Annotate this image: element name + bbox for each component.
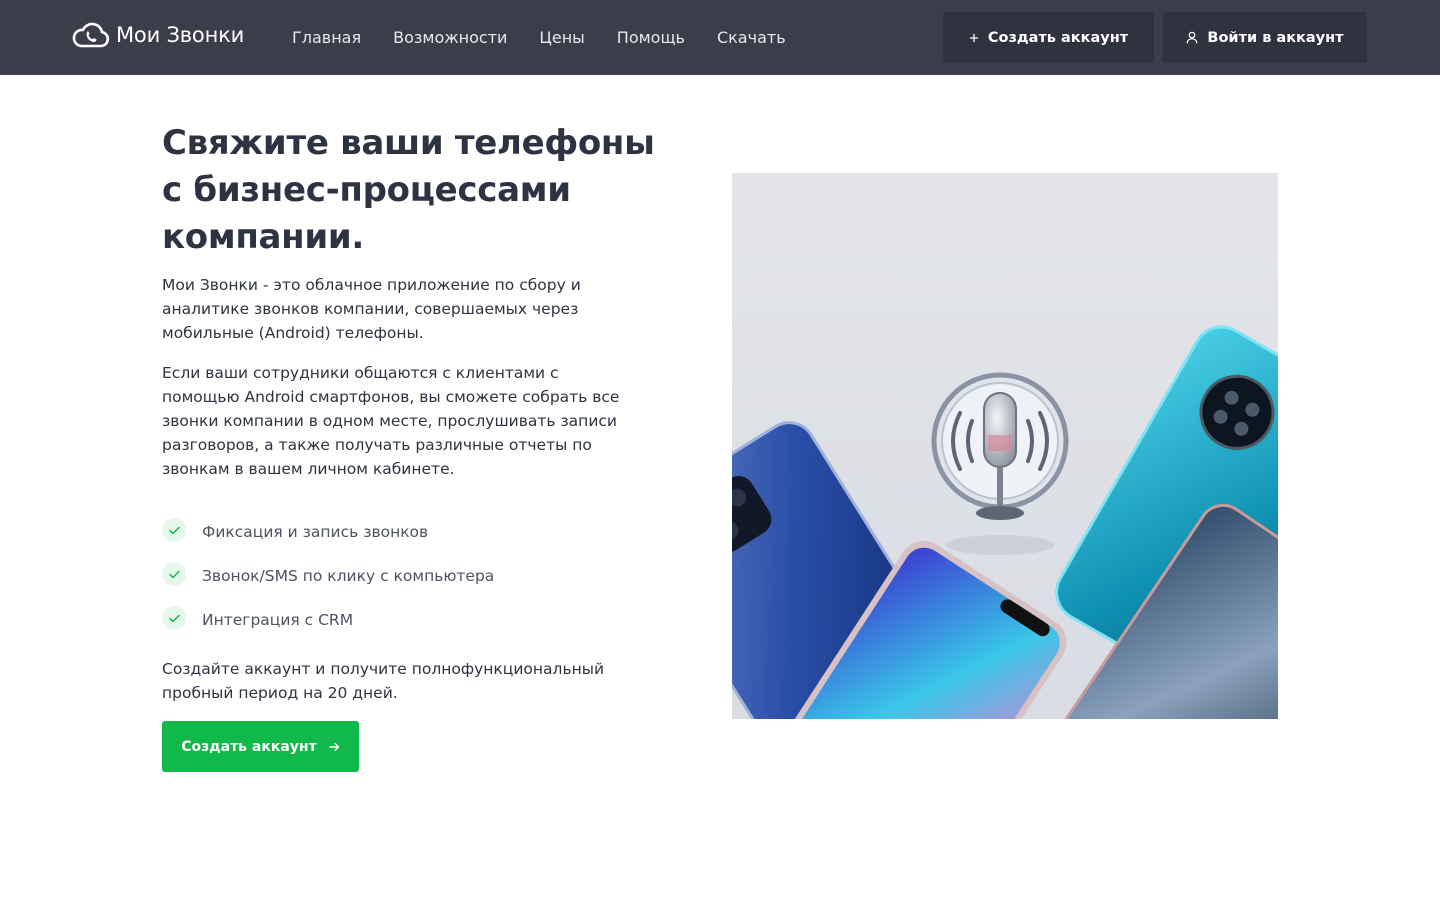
plus-icon bbox=[969, 33, 979, 43]
check-icon bbox=[162, 562, 186, 586]
feature-item: Звонок/SMS по клику с компьютера bbox=[162, 554, 494, 598]
nav-item-help[interactable]: Помощь bbox=[601, 28, 701, 47]
check-icon bbox=[162, 518, 186, 542]
smartphones-microphone-image bbox=[732, 173, 1278, 719]
feature-list: Фиксация и запись звонков Звонок/SMS по … bbox=[162, 510, 494, 642]
hero-illustration bbox=[732, 173, 1278, 719]
feature-label: Звонок/SMS по клику с компьютера bbox=[202, 567, 495, 585]
feature-label: Фиксация и запись звонков bbox=[202, 523, 429, 541]
login-header-button[interactable]: Войти в аккаунт bbox=[1163, 12, 1367, 63]
brand-logo[interactable]: Мои Звонки bbox=[72, 20, 244, 50]
brand-name: Мои Звонки bbox=[116, 23, 245, 47]
nav-item-features[interactable]: Возможности bbox=[377, 28, 523, 47]
nav-item-home[interactable]: Главная bbox=[276, 28, 377, 47]
check-icon bbox=[162, 606, 186, 630]
top-navigation-bar: Мои Звонки Главная Возможности Цены Помо… bbox=[0, 0, 1440, 75]
cloud-phone-icon bbox=[72, 22, 110, 48]
hero-title: Свяжите ваши телефоны с бизнес-процессам… bbox=[162, 123, 655, 257]
arrow-right-icon bbox=[329, 742, 340, 752]
main-nav: Главная Возможности Цены Помощь Скачать bbox=[276, 0, 802, 75]
nav-item-pricing[interactable]: Цены bbox=[523, 28, 600, 47]
trial-text: Создайте аккаунт и получите полнофункцио… bbox=[162, 660, 605, 702]
hero-description: Мои Звонки - это облачное приложение по … bbox=[162, 276, 581, 342]
feature-label: Интеграция с CRM bbox=[202, 611, 354, 629]
user-icon bbox=[1186, 31, 1198, 44]
nav-item-download[interactable]: Скачать bbox=[701, 28, 802, 47]
create-account-cta-button[interactable]: Создать аккаунт bbox=[162, 721, 359, 772]
login-header-label: Войти в аккаунт bbox=[1207, 29, 1344, 46]
feature-item: Интеграция с CRM bbox=[162, 598, 494, 642]
cta-label: Создать аккаунт bbox=[181, 738, 317, 755]
hero-details: Если ваши сотрудники общаются с клиентам… bbox=[162, 364, 620, 478]
feature-item: Фиксация и запись звонков bbox=[162, 510, 494, 554]
create-account-header-label: Создать аккаунт bbox=[987, 29, 1129, 46]
create-account-header-button[interactable]: Создать аккаунт bbox=[943, 12, 1154, 63]
